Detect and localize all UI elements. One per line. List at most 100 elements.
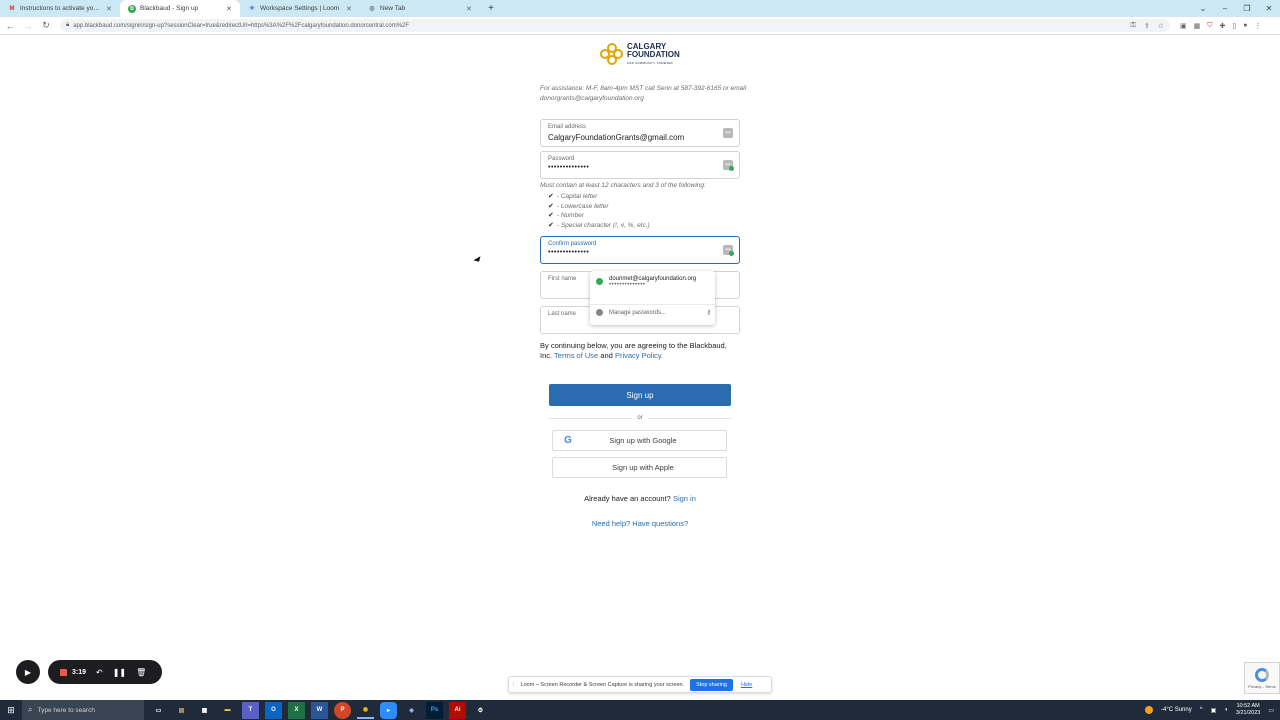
network-icon[interactable]: ▣: [1211, 707, 1217, 714]
password-manager-icon[interactable]: •••: [723, 245, 734, 256]
star-icon[interactable]: ☆: [1158, 22, 1164, 30]
recaptcha-icon: [1255, 667, 1269, 682]
stop-sharing-button[interactable]: Stop sharing: [690, 678, 733, 691]
confirm-password-label: Confirm password: [548, 241, 597, 247]
calculator-icon[interactable]: ▦: [196, 702, 213, 719]
terms-of-use-link[interactable]: Terms of Use: [554, 351, 598, 360]
restore-icon[interactable]: ❐: [1236, 0, 1258, 17]
drag-handle-icon[interactable]: ⁞: [513, 682, 515, 688]
app-icon[interactable]: ◆: [403, 702, 420, 719]
loom-camera-button[interactable]: ▶: [16, 660, 40, 684]
chrome-icon[interactable]: ◉: [357, 702, 374, 719]
weather-text[interactable]: -4°C Sunny: [1161, 707, 1192, 713]
chrome-icon: ◎: [369, 6, 375, 12]
page-content: CALGARY FOUNDATION FOR COMMUNITY. FOREVE…: [0, 35, 1280, 700]
powerpoint-icon[interactable]: P: [334, 701, 351, 719]
privacy-policy-link[interactable]: Privacy Policy.: [615, 351, 663, 360]
password-value: ••••••••••••••: [548, 164, 590, 171]
system-tray: -4°C Sunny ^ ▣ ◖ 10:52 AM 3/21/2023 ▭: [1144, 703, 1280, 717]
logo-mark-icon: [600, 43, 624, 67]
volume-icon[interactable]: ◖: [1224, 707, 1228, 713]
excel-icon[interactable]: X: [288, 701, 305, 719]
outlook-icon[interactable]: O: [265, 701, 282, 719]
key-icon[interactable]: ⚿: [1131, 22, 1136, 30]
menu-icon[interactable]: ⋮: [1254, 22, 1261, 30]
requirement-item: ✔ - Lowercase letter: [548, 202, 609, 210]
notification-icon[interactable]: ▭: [1268, 707, 1274, 714]
extension-icon[interactable]: ▦: [1194, 22, 1201, 30]
google-signup-button[interactable]: G Sign up with Google: [552, 430, 727, 451]
windows-taskbar: ⊞ ⌕ Type here to search ▭ ▤ ▦ ▬ T O X W …: [0, 700, 1280, 720]
extension-icon[interactable]: ▣: [1180, 22, 1187, 30]
close-window-icon[interactable]: ✕: [1258, 0, 1280, 17]
tab-gmail[interactable]: M Instructions to activate your Do ✕: [0, 0, 120, 17]
close-icon[interactable]: ✕: [106, 5, 112, 13]
help-link[interactable]: Need help? Have questions?: [540, 519, 740, 528]
task-view-icon[interactable]: ▭: [150, 702, 167, 719]
tab-new[interactable]: ◎ New Tab ✕: [360, 0, 480, 17]
windows-start-icon[interactable]: ⊞: [0, 700, 22, 720]
password-manager-icon[interactable]: •••: [723, 160, 734, 171]
share-icon[interactable]: ⇪: [1144, 22, 1150, 30]
teams-icon[interactable]: T: [242, 701, 259, 719]
close-icon[interactable]: ✕: [466, 5, 472, 13]
gear-icon: [596, 309, 603, 316]
password-manager-icon[interactable]: •••: [723, 128, 733, 138]
reload-icon[interactable]: ↻: [38, 18, 54, 34]
hide-link[interactable]: Hide: [741, 682, 752, 688]
address-bar[interactable]: 🔒︎ app.blackbaud.com/signin/sign-up?sess…: [60, 19, 1170, 32]
confirm-password-value: ••••••••••••••: [548, 249, 590, 256]
acrobat-icon[interactable]: Ai: [449, 701, 466, 719]
requirement-item: ✔ - Capital letter: [548, 193, 598, 200]
file-explorer-icon[interactable]: ▬: [219, 702, 236, 719]
tab-label: Workspace Settings | Loom: [260, 5, 340, 12]
puzzle-icon[interactable]: ✚: [1220, 22, 1226, 30]
sign-up-button[interactable]: Sign up: [549, 384, 731, 406]
confirm-password-field[interactable]: Confirm password •••••••••••••• •••: [540, 236, 740, 264]
password-label: Password: [548, 156, 575, 162]
logo-text: CALGARY FOUNDATION FOR COMMUNITY. FOREVE…: [627, 42, 680, 66]
tab-blackbaud[interactable]: b Blackbaud - Sign up ✕: [120, 0, 240, 17]
zoom-icon[interactable]: ▸: [380, 701, 397, 719]
divider: [590, 304, 715, 305]
or-divider: or: [549, 414, 731, 422]
restart-icon[interactable]: ↶: [96, 668, 103, 677]
requirement-item: ✔ - Number: [548, 212, 584, 219]
settings-icon[interactable]: ⚙: [472, 702, 489, 719]
manage-passwords-item[interactable]: Manage passwords... ⚷: [596, 309, 711, 316]
close-icon[interactable]: ✕: [346, 5, 352, 13]
photoshop-icon[interactable]: Ps: [426, 701, 443, 719]
saved-credential-item[interactable]: dourimet@calgaryfoundation.org •••••••••…: [596, 276, 696, 288]
minimize-icon[interactable]: –: [1214, 0, 1236, 17]
sidebar-icon[interactable]: ▯: [1232, 22, 1236, 30]
window-controls: ⌄ – ❐ ✕: [1192, 0, 1280, 17]
chevron-down-icon[interactable]: ⌄: [1192, 0, 1214, 17]
taskbar-search[interactable]: ⌕ Type here to search: [22, 700, 144, 720]
close-icon[interactable]: ✕: [226, 5, 232, 13]
recaptcha-badge[interactable]: Privacy - Terms: [1244, 662, 1280, 694]
loom-icon: ✳: [249, 6, 255, 12]
store-icon[interactable]: ▤: [173, 702, 190, 719]
profile-icon[interactable]: ●: [1243, 22, 1247, 30]
pause-icon[interactable]: ❚❚: [113, 668, 126, 677]
sign-in-link[interactable]: Sign in: [673, 494, 696, 503]
forward-icon[interactable]: →: [20, 18, 36, 34]
lock-icon: 🔒︎: [66, 22, 70, 28]
delete-icon[interactable]: 🗑︎: [136, 668, 146, 677]
email-label: Email address: [548, 124, 587, 130]
check-icon: ✔: [548, 193, 554, 200]
apple-signup-button[interactable]: Sign up with Apple: [552, 457, 727, 478]
shield-icon[interactable]: ⛉: [1207, 22, 1212, 30]
new-tab-button[interactable]: +: [484, 0, 498, 17]
site-icon: [596, 278, 603, 285]
tab-loom[interactable]: ✳ Workspace Settings | Loom ✕: [240, 0, 360, 17]
assistance-text: For assistance: M-F, 8am-4pm MST call Se…: [540, 85, 747, 102]
word-icon[interactable]: W: [311, 701, 328, 719]
back-icon[interactable]: ←: [2, 18, 18, 34]
clock[interactable]: 10:52 AM 3/21/2023: [1236, 703, 1260, 717]
email-field[interactable]: Email address CalgaryFoundationGrants@gm…: [540, 119, 740, 147]
chevron-up-icon[interactable]: ^: [1200, 707, 1203, 713]
stop-recording-button[interactable]: [60, 668, 67, 676]
check-icon: ✔: [548, 221, 554, 229]
password-field[interactable]: Password •••••••••••••• •••: [540, 151, 740, 179]
